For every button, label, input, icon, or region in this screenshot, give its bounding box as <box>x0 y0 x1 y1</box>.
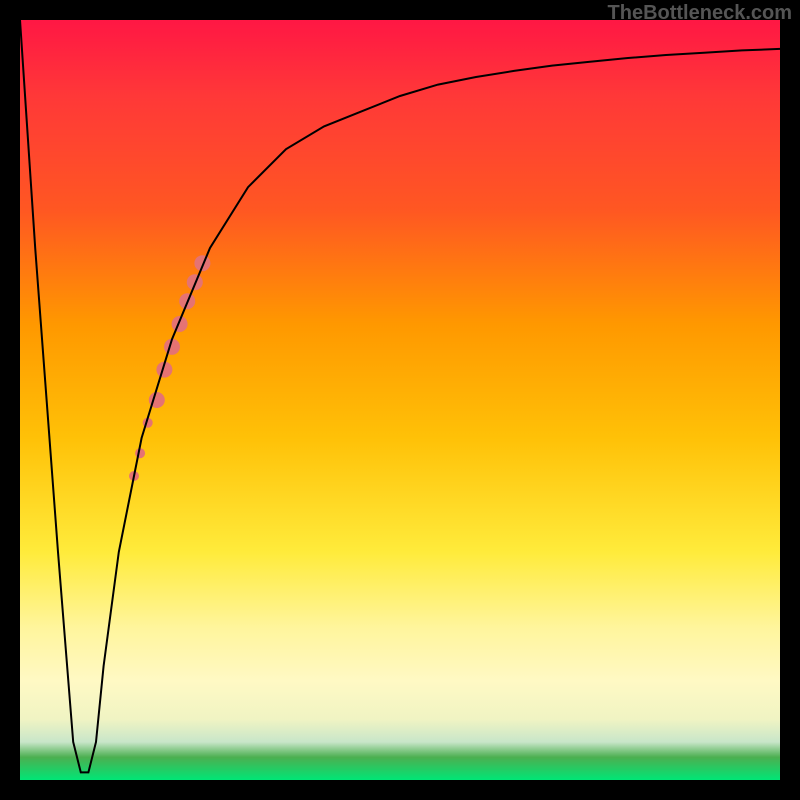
highlight-markers <box>129 255 210 481</box>
chart-svg <box>20 20 780 780</box>
plot-area <box>20 20 780 780</box>
watermark-text: TheBottleneck.com <box>608 2 792 25</box>
chart-container: TheBottleneck.com <box>0 0 800 800</box>
bottleneck-curve-line <box>20 20 780 772</box>
